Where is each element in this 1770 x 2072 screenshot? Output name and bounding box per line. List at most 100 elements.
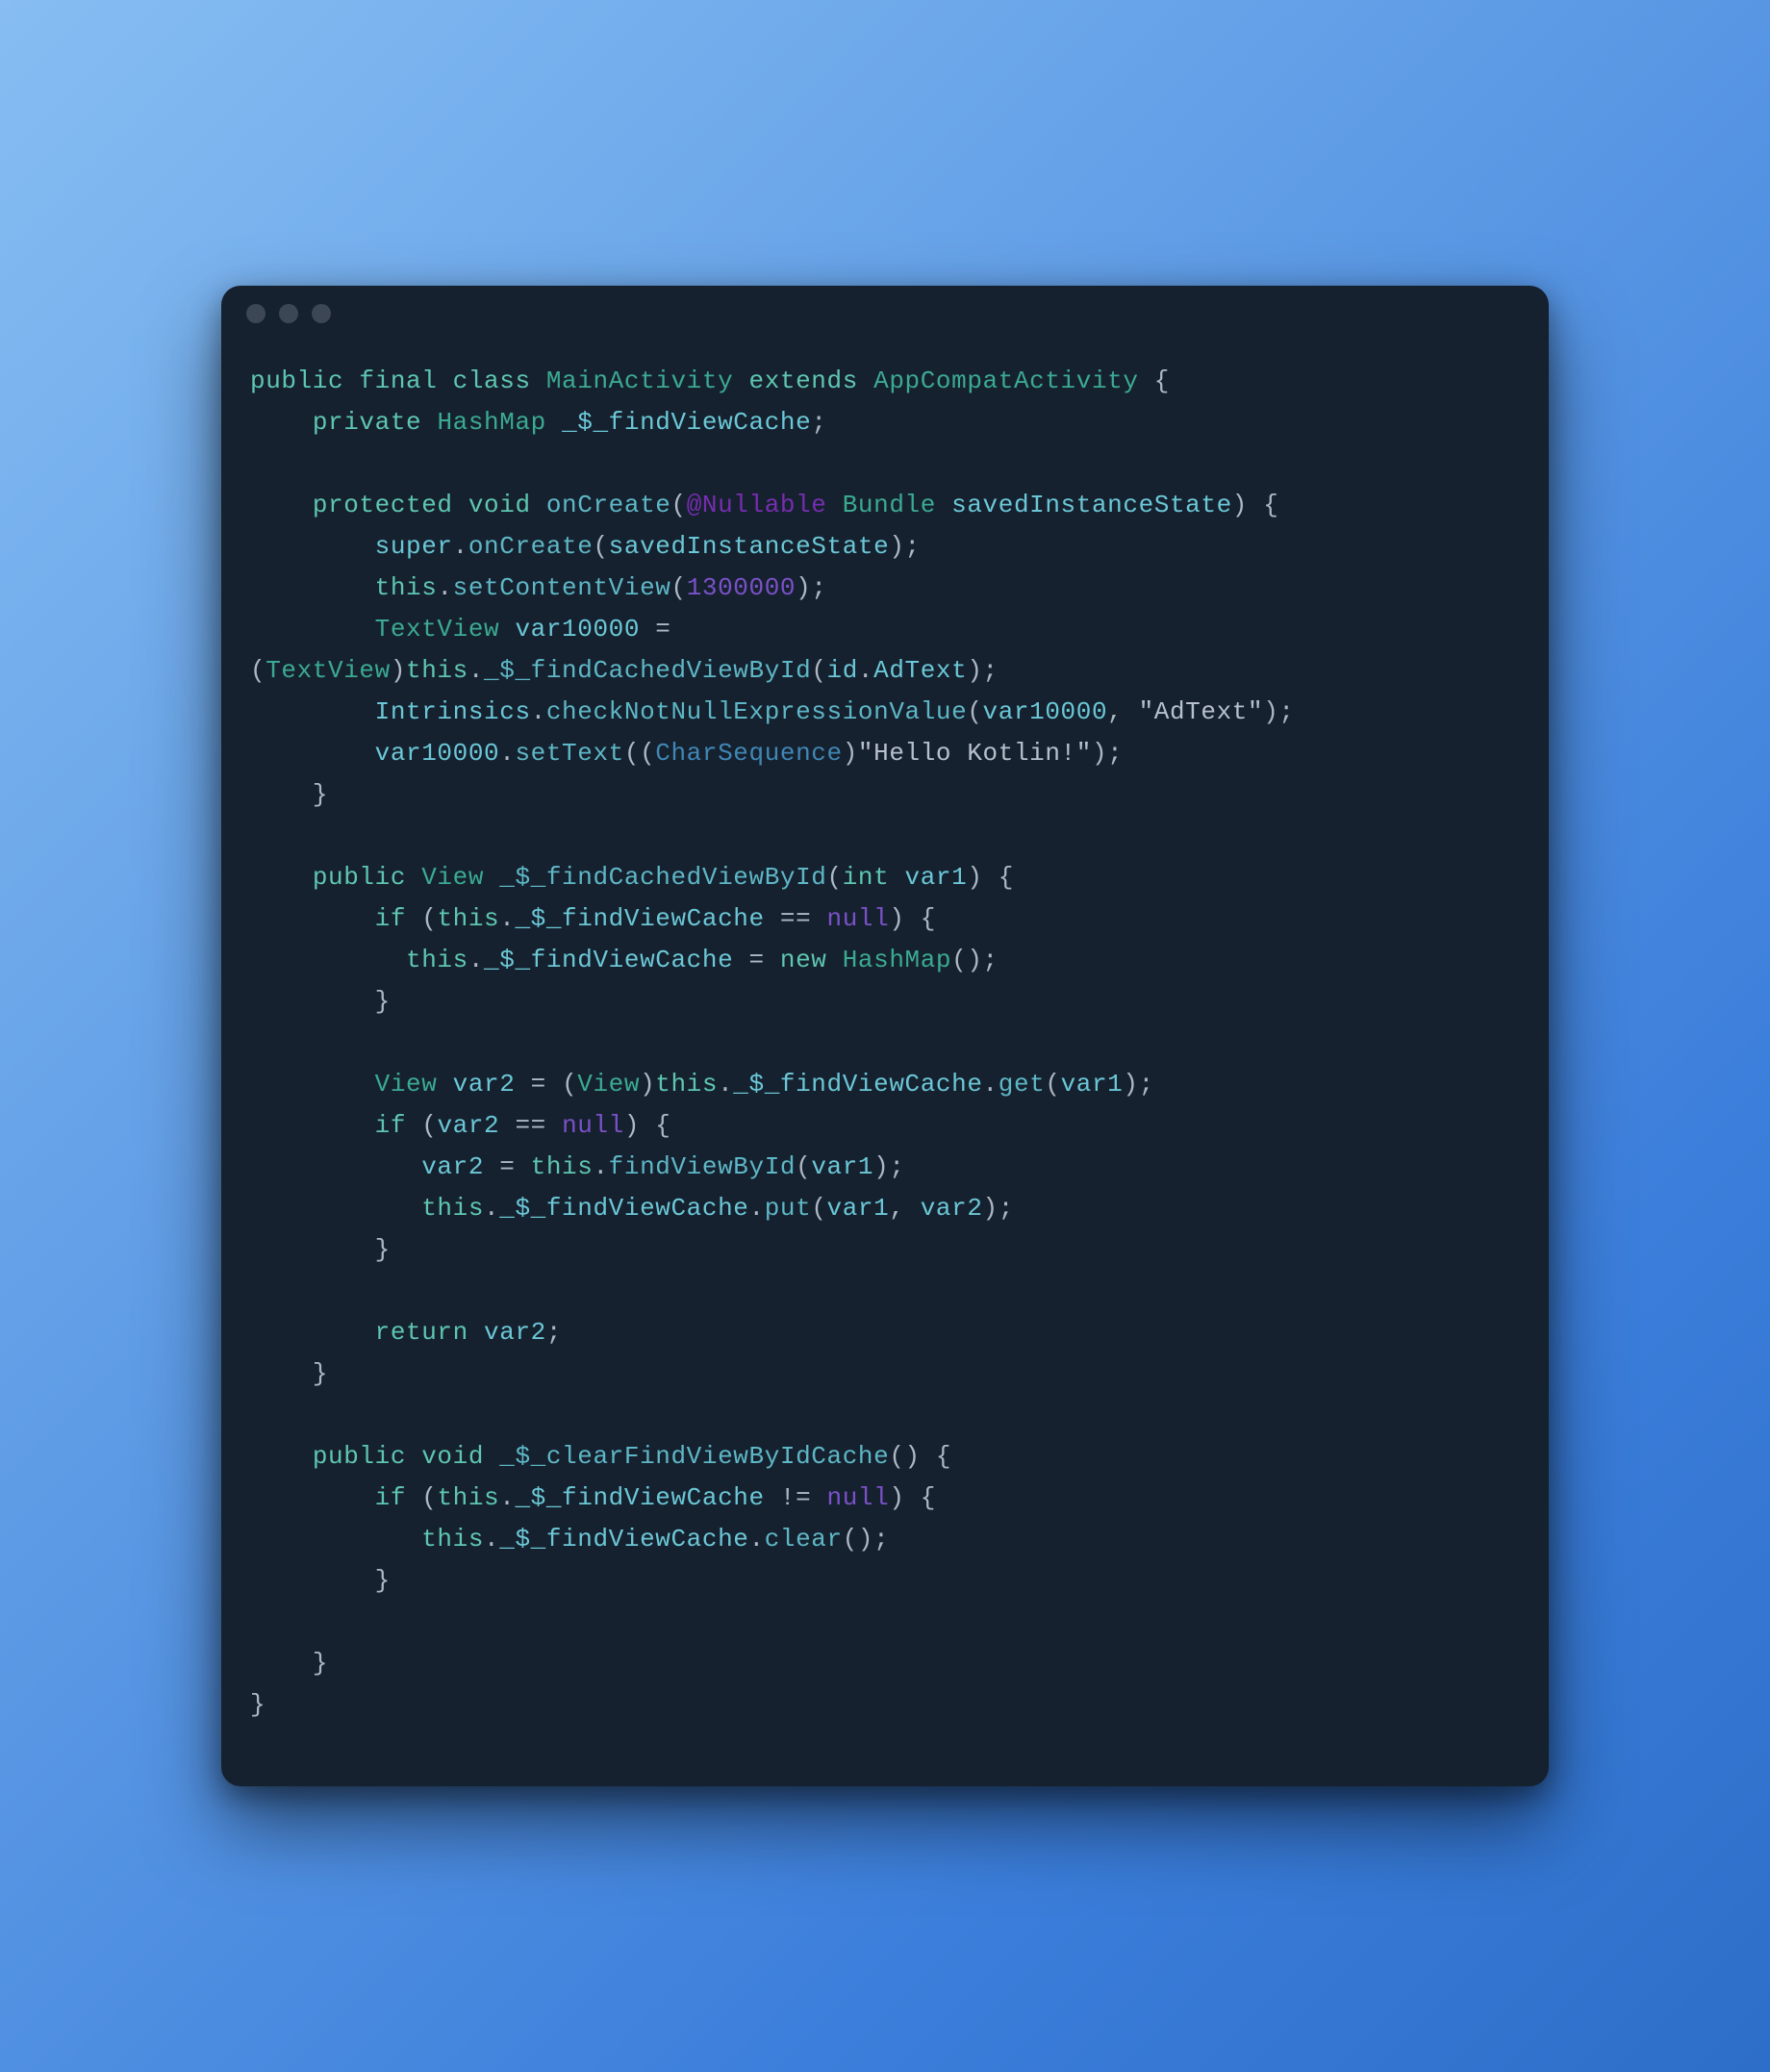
paren-close: ) [1092, 739, 1107, 768]
code-window: public final class MainActivity extends … [221, 286, 1549, 1786]
type-textview: TextView [266, 656, 391, 685]
method-findviewbyid: findViewById [609, 1152, 796, 1181]
keyword-public: public [313, 863, 406, 892]
paren-close: ) [967, 656, 982, 685]
paren-open: ( [1045, 1070, 1060, 1099]
id-var2: var2 [437, 1111, 499, 1140]
traffic-light-minimize-icon[interactable] [279, 304, 298, 323]
dot: . [437, 573, 452, 602]
brace-close: } [313, 1649, 328, 1678]
paren-close: ) [1123, 1070, 1138, 1099]
traffic-light-close-icon[interactable] [246, 304, 266, 323]
keyword-this: this [406, 656, 468, 685]
method-oncreate: onCreate [546, 491, 671, 519]
keyword-class: class [453, 366, 531, 395]
field-findviewcache: _$_findViewCache [499, 1525, 748, 1554]
string-hello-kotlin: "Hello Kotlin!" [858, 739, 1092, 768]
dot: . [983, 1070, 999, 1099]
paren-open: ( [624, 739, 640, 768]
paren-close: ) [858, 1525, 873, 1554]
brace-close: } [375, 1235, 391, 1264]
field-findviewcache: _$_findViewCache [562, 408, 811, 437]
literal-null: null [827, 1483, 890, 1512]
keyword-extends: extends [749, 366, 858, 395]
type-view: View [375, 1070, 438, 1099]
brace-open: { [1154, 366, 1170, 395]
brace-close: } [313, 1359, 328, 1388]
dot: . [468, 946, 484, 974]
paren-close: ) [967, 863, 982, 892]
dot: . [453, 532, 468, 561]
keyword-new: new [780, 946, 827, 974]
dot: . [499, 739, 515, 768]
paren-close: ) [889, 532, 904, 561]
paren-open: ( [406, 1483, 437, 1512]
paren-open: ( [670, 573, 686, 602]
type-hashmap: HashMap [843, 946, 951, 974]
dot: . [718, 1070, 733, 1099]
paren-open: ( [406, 904, 437, 933]
window-titlebar [221, 286, 1549, 341]
semicolon: ; [1278, 697, 1294, 726]
paren-close: ) [873, 1152, 889, 1181]
brace-open: { [905, 904, 936, 933]
paren-open: ( [562, 1070, 577, 1099]
brace-open: { [983, 863, 1014, 892]
brace-open: { [1248, 491, 1278, 519]
dot: . [484, 1194, 499, 1223]
paren-close: ) [889, 1483, 904, 1512]
brace-close: } [250, 1690, 266, 1719]
paren-close: ) [640, 1070, 655, 1099]
paren-open: ( [406, 1111, 437, 1140]
keyword-if: if [375, 1111, 406, 1140]
type-view: View [577, 1070, 640, 1099]
id-adtext: AdText [873, 656, 967, 685]
dot: . [531, 697, 546, 726]
keyword-final: final [359, 366, 437, 395]
semicolon: ; [1107, 739, 1123, 768]
id-var2: var2 [421, 1152, 484, 1181]
method-checknotnullexpressionvalue: checkNotNullExpressionValue [546, 697, 967, 726]
brace-close: } [313, 780, 328, 809]
id-var1: var1 [811, 1152, 873, 1181]
var-var10000: var10000 [515, 615, 640, 644]
dot: . [749, 1525, 765, 1554]
semicolon: ; [811, 573, 826, 602]
method-settext: setText [515, 739, 623, 768]
type-view: View [421, 863, 484, 892]
paren-open: ( [593, 532, 608, 561]
field-findviewcache: _$_findViewCache [484, 946, 733, 974]
dot: . [468, 656, 484, 685]
paren-open: ( [250, 656, 266, 685]
type-mainactivity: MainActivity [546, 366, 733, 395]
paren-open: ( [811, 1194, 826, 1223]
keyword-this: this [437, 1483, 499, 1512]
equals: = [515, 1070, 562, 1099]
paren-open: ( [827, 863, 843, 892]
keyword-if: if [375, 1483, 406, 1512]
method-setcontentview: setContentView [453, 573, 671, 602]
dot: . [858, 656, 873, 685]
id-var10000: var10000 [983, 697, 1108, 726]
dot: . [499, 904, 515, 933]
dot: . [484, 1525, 499, 1554]
keyword-this: this [531, 1152, 594, 1181]
field-findviewcache: _$_findViewCache [733, 1070, 982, 1099]
equals: = [640, 615, 670, 644]
paren-open: ( [640, 739, 655, 768]
keyword-protected: protected [313, 491, 453, 519]
field-findviewcache: _$_findViewCache [515, 904, 764, 933]
keyword-return: return [375, 1318, 468, 1347]
comma: , [1107, 697, 1138, 726]
equals-equals: == [765, 904, 827, 933]
traffic-light-zoom-icon[interactable] [312, 304, 331, 323]
semicolon: ; [546, 1318, 562, 1347]
brace-close: } [375, 1566, 391, 1595]
semicolon: ; [905, 532, 921, 561]
method-findcachedviewbyid: _$_findCachedViewById [484, 656, 811, 685]
semicolon: ; [811, 408, 826, 437]
comma: , [889, 1194, 920, 1223]
paren-close: ) [1232, 491, 1248, 519]
id-super: super [375, 532, 453, 561]
method-get: get [999, 1070, 1046, 1099]
